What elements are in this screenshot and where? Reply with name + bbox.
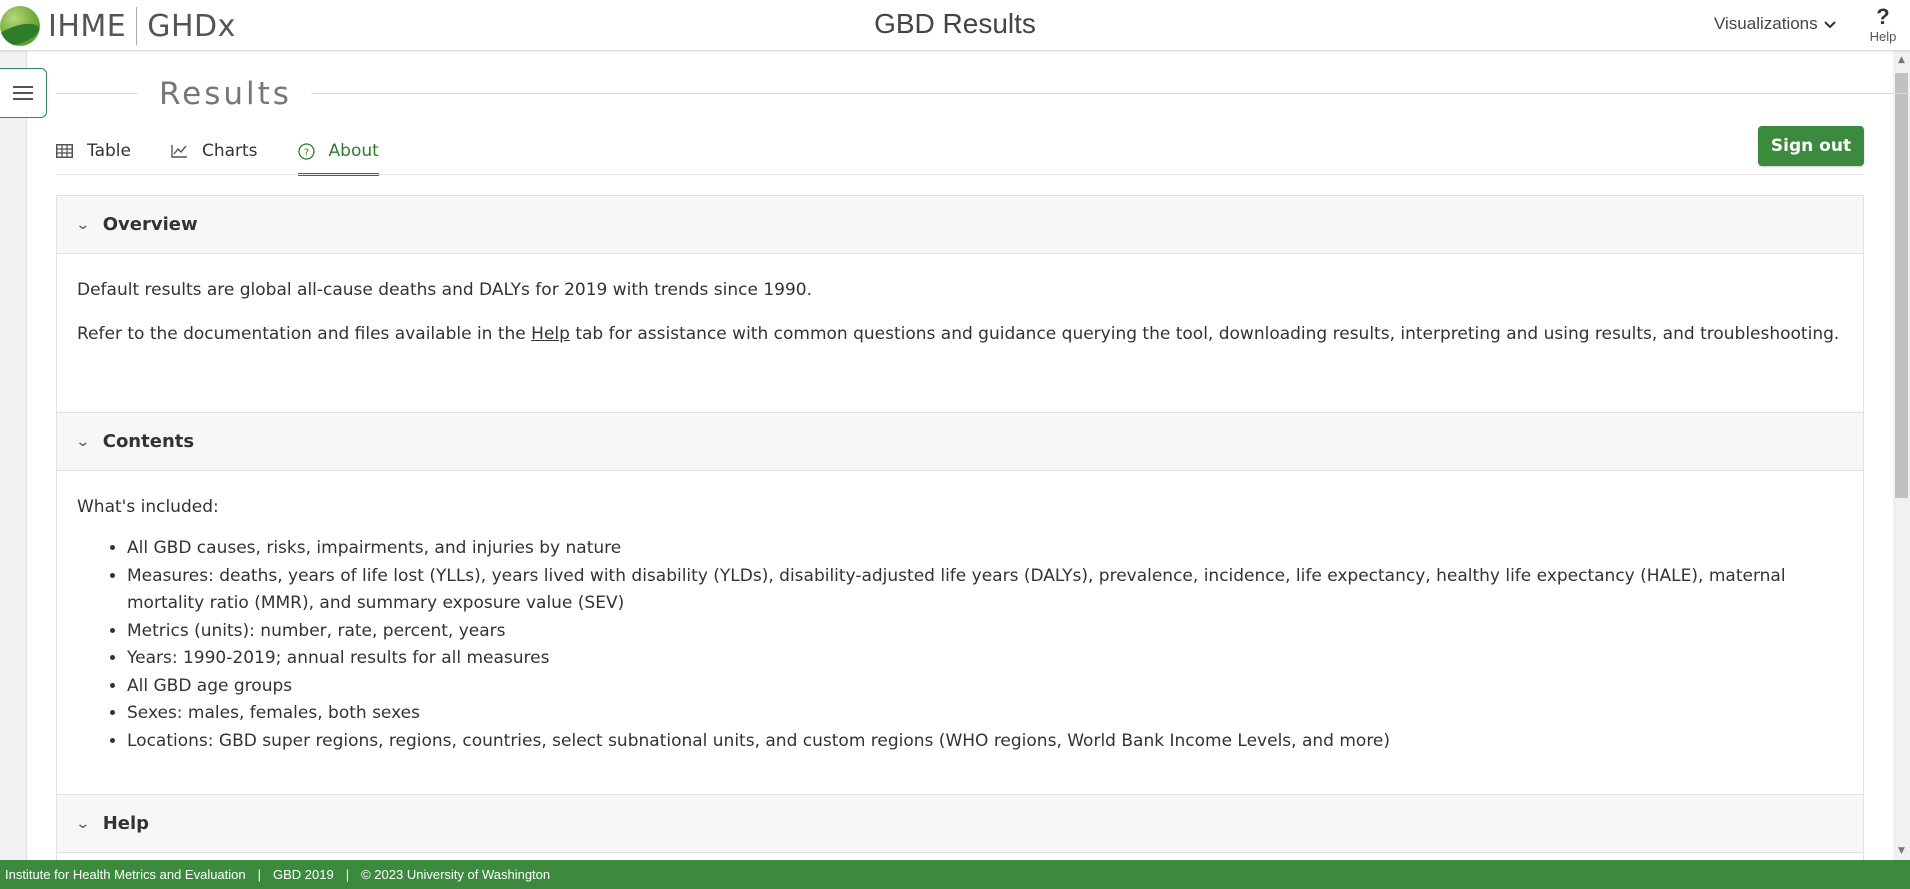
list-item: Metrics (units): number, rate, percent, … bbox=[127, 618, 1843, 646]
about-accordion: ⌄ Overview Default results are global al… bbox=[56, 195, 1864, 860]
svg-text:?: ? bbox=[303, 147, 308, 158]
list-item: Sexes: males, females, both sexes bbox=[127, 700, 1843, 728]
help-button[interactable]: ? Help bbox=[1864, 4, 1902, 44]
overview-section-header[interactable]: ⌄ Overview bbox=[57, 196, 1863, 254]
hamburger-menu-icon bbox=[13, 86, 33, 100]
vertical-scrollbar[interactable]: ▲ ▼ bbox=[1893, 51, 1910, 860]
tab-table-label: Table bbox=[87, 141, 131, 161]
contents-section-header[interactable]: ⌄ Contents bbox=[57, 413, 1863, 471]
table-icon bbox=[56, 144, 73, 158]
page-title: Results bbox=[159, 76, 292, 112]
overview-section-body: Default results are global all-cause dea… bbox=[57, 254, 1863, 413]
overview-paragraph-2-end: tab for assistance with common questions… bbox=[569, 324, 1840, 344]
chevron-down-icon: ⌄ bbox=[75, 216, 91, 233]
help-section-title: Help bbox=[102, 813, 150, 834]
help-tab-link[interactable]: Help bbox=[531, 324, 570, 344]
list-item: All GBD age groups bbox=[127, 673, 1843, 701]
contents-intro: What's included: bbox=[77, 497, 219, 517]
overview-paragraph-1: Default results are global all-cause dea… bbox=[77, 280, 813, 300]
scroll-down-arrow-icon[interactable]: ▼ bbox=[1893, 846, 1910, 856]
logo-divider bbox=[136, 7, 138, 45]
scroll-up-arrow-icon[interactable]: ▲ bbox=[1893, 55, 1910, 65]
footer-bar: Institute for Health Metrics and Evaluat… bbox=[0, 860, 1910, 889]
ihme-logo-icon bbox=[0, 6, 40, 46]
footer-release: GBD 2019 bbox=[273, 867, 334, 882]
heading-rule-right bbox=[311, 93, 1910, 94]
question-circle-icon: ? bbox=[297, 142, 315, 160]
tab-about-label: About bbox=[328, 141, 379, 161]
list-item: Measures: deaths, years of life lost (YL… bbox=[127, 563, 1843, 618]
overview-paragraph-2-start: Refer to the documentation and files ava… bbox=[77, 324, 532, 344]
chevron-down-icon bbox=[1823, 18, 1836, 32]
question-mark-icon: ? bbox=[1876, 4, 1890, 29]
chevron-down-icon: ⌄ bbox=[75, 815, 91, 832]
footer-separator: | bbox=[345, 867, 350, 882]
tab-charts[interactable]: Charts bbox=[171, 128, 258, 174]
list-item: Years: 1990-2019; annual results for all… bbox=[127, 645, 1843, 673]
logo-ghdx-text: GHDx bbox=[147, 8, 236, 44]
scrollbar-thumb[interactable] bbox=[1895, 73, 1908, 498]
ihme-ghdx-logo[interactable]: IHME GHDx bbox=[0, 5, 236, 47]
list-item: Locations: GBD super regions, regions, c… bbox=[127, 728, 1843, 756]
logo-ihme-text: IHME bbox=[48, 8, 127, 44]
footer-separator: | bbox=[257, 867, 262, 882]
overview-paragraph-2: Refer to the documentation and files ava… bbox=[77, 320, 1843, 348]
help-section-header[interactable]: ⌄ Help bbox=[57, 795, 1863, 853]
left-sidebar-strip bbox=[0, 51, 27, 860]
top-header: IHME GHDx GBD Results Visualizations ? H… bbox=[0, 0, 1910, 51]
app-title: GBD Results bbox=[874, 8, 1036, 39]
visualizations-label: Visualizations bbox=[1714, 14, 1818, 33]
overview-section-title: Overview bbox=[102, 214, 198, 235]
footer-org: Institute for Health Metrics and Evaluat… bbox=[5, 867, 246, 882]
tabs-divider bbox=[56, 174, 1864, 175]
tab-table[interactable]: Table bbox=[56, 128, 131, 174]
line-chart-icon bbox=[171, 144, 188, 158]
contents-section-title: Contents bbox=[102, 431, 195, 452]
contents-list: All GBD causes, risks, impairments, and … bbox=[127, 535, 1843, 755]
sidebar-toggle-button[interactable] bbox=[0, 68, 47, 118]
tab-about[interactable]: ? About bbox=[297, 128, 380, 176]
list-item: All GBD causes, risks, impairments, and … bbox=[127, 535, 1843, 563]
sign-out-button[interactable]: Sign out bbox=[1758, 126, 1864, 166]
help-label: Help bbox=[1869, 29, 1897, 44]
view-tabs: Table Charts ? About bbox=[56, 128, 419, 176]
page-heading: Results bbox=[56, 74, 1910, 114]
visualizations-menu[interactable]: Visualizations bbox=[1714, 14, 1836, 34]
tab-charts-label: Charts bbox=[201, 141, 258, 161]
heading-rule-left bbox=[56, 93, 138, 94]
chevron-down-icon: ⌄ bbox=[75, 433, 91, 450]
footer-copyright: © 2023 University of Washington bbox=[361, 867, 551, 882]
contents-section-body: What's included: All GBD causes, risks, … bbox=[57, 471, 1863, 795]
